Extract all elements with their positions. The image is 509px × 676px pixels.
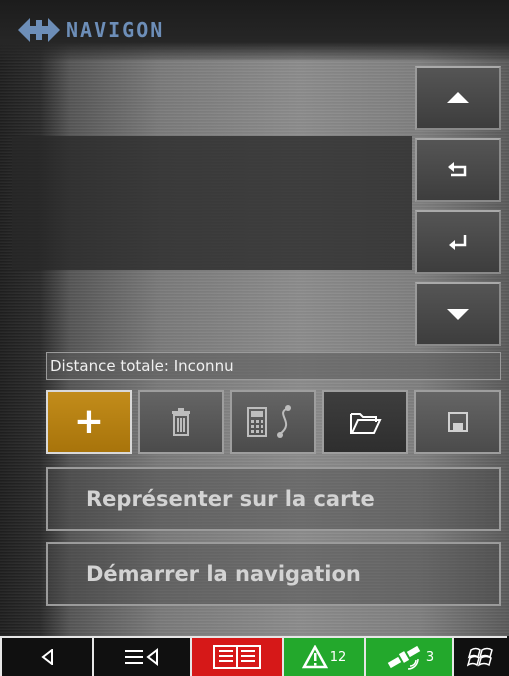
folder-open-icon bbox=[350, 413, 382, 434]
satellite-count: 3 bbox=[425, 649, 435, 665]
arrow-down-icon bbox=[447, 309, 469, 320]
scroll-up-button[interactable] bbox=[415, 66, 501, 130]
return-left-icon bbox=[448, 162, 467, 177]
calculator-route-icon bbox=[247, 405, 291, 438]
arrow-up-icon bbox=[447, 92, 469, 103]
warning-count: 12 bbox=[329, 649, 347, 665]
taskbar: 12 3 bbox=[0, 636, 509, 676]
plus-icon: + bbox=[73, 401, 105, 442]
start-navigation-button[interactable]: Démarrer la navigation bbox=[46, 542, 501, 606]
list-item[interactable] bbox=[12, 60, 412, 132]
brand: NAVIGON bbox=[18, 16, 164, 44]
windows-start-button[interactable] bbox=[454, 636, 507, 676]
save-route-button[interactable] bbox=[414, 390, 501, 454]
windows-flag-icon bbox=[466, 647, 493, 667]
add-destination-button[interactable]: + bbox=[46, 390, 132, 454]
total-distance: Distance totale: Inconnu bbox=[46, 352, 501, 380]
calculate-route-button[interactable] bbox=[230, 390, 316, 454]
scroll-down-button[interactable] bbox=[415, 282, 501, 346]
list-item-selected[interactable] bbox=[12, 136, 412, 270]
move-up-button[interactable] bbox=[415, 138, 501, 202]
trash-icon bbox=[172, 408, 190, 436]
save-icon bbox=[447, 412, 468, 432]
move-down-button[interactable] bbox=[415, 210, 501, 274]
back-arrow-icon bbox=[41, 649, 53, 665]
menu-button[interactable] bbox=[94, 636, 192, 676]
show-on-map-button[interactable]: Représenter sur la carte bbox=[46, 467, 501, 531]
warnings-button[interactable]: 12 bbox=[284, 636, 366, 676]
return-right-icon bbox=[449, 235, 467, 250]
lane-book-icon bbox=[213, 645, 261, 669]
list-item[interactable] bbox=[12, 272, 412, 344]
open-route-button[interactable] bbox=[322, 390, 408, 454]
lane-assistant-button[interactable] bbox=[192, 636, 284, 676]
route-list[interactable] bbox=[12, 60, 412, 350]
menu-back-icon bbox=[125, 647, 158, 667]
delete-button[interactable] bbox=[138, 390, 224, 454]
brand-name: NAVIGON bbox=[66, 18, 165, 42]
gps-status-button[interactable]: 3 bbox=[366, 636, 454, 676]
navigon-logo-icon bbox=[18, 18, 60, 42]
satellite-icon bbox=[387, 645, 421, 670]
back-button[interactable] bbox=[0, 636, 94, 676]
warning-icon bbox=[301, 645, 328, 669]
